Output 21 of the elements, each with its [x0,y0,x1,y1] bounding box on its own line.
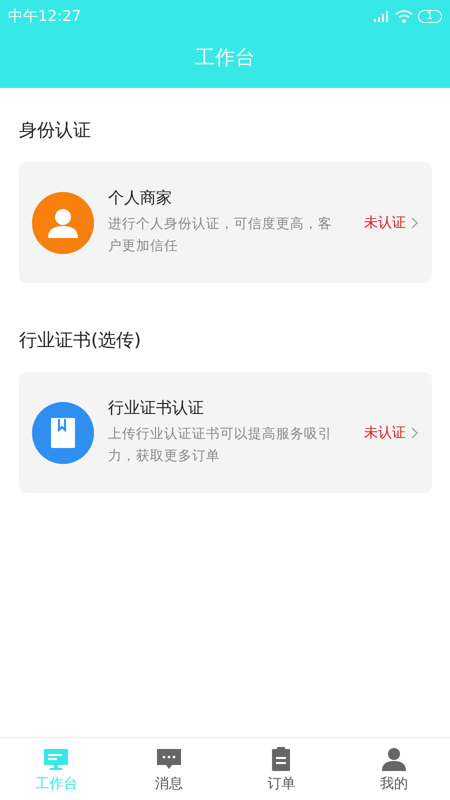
verification-card[interactable]: 行业证书认证 上传行业认证证书可以提高服务吸引力，获取更多订单 未认证 [19,372,432,493]
card-title: 行业证书认证 [108,398,205,419]
nav-tab[interactable]: 订单 [225,738,338,800]
card-description: 上传行业认证证书可以提高服务吸引力，获取更多订单 [108,425,333,466]
page-title: 工作台 [194,44,256,71]
section-title: 身份认证 [19,119,92,142]
verification-card[interactable]: 个人商家 进行个人身份认证，可信度更高，客户更加信任 未认证 [19,162,432,283]
section-title: 行业证书(选传) [19,329,142,352]
status-time: 中午12:27 [8,6,82,26]
wifi-icon [394,10,413,22]
chevron-right-icon [411,426,418,438]
verification-status: 未认证 [364,424,406,442]
signal-icon [374,10,390,22]
battery-level: 1 [418,10,442,22]
card-title: 个人商家 [108,188,173,209]
nav-tab[interactable]: 我的 [338,738,450,800]
card-description: 进行个人身份认证，可信度更高，客户更加信任 [108,215,333,256]
nav-tab[interactable]: 消息 [112,738,225,800]
verification-status: 未认证 [364,214,406,232]
person-icon [380,746,407,772]
chevron-right-icon [411,216,418,228]
